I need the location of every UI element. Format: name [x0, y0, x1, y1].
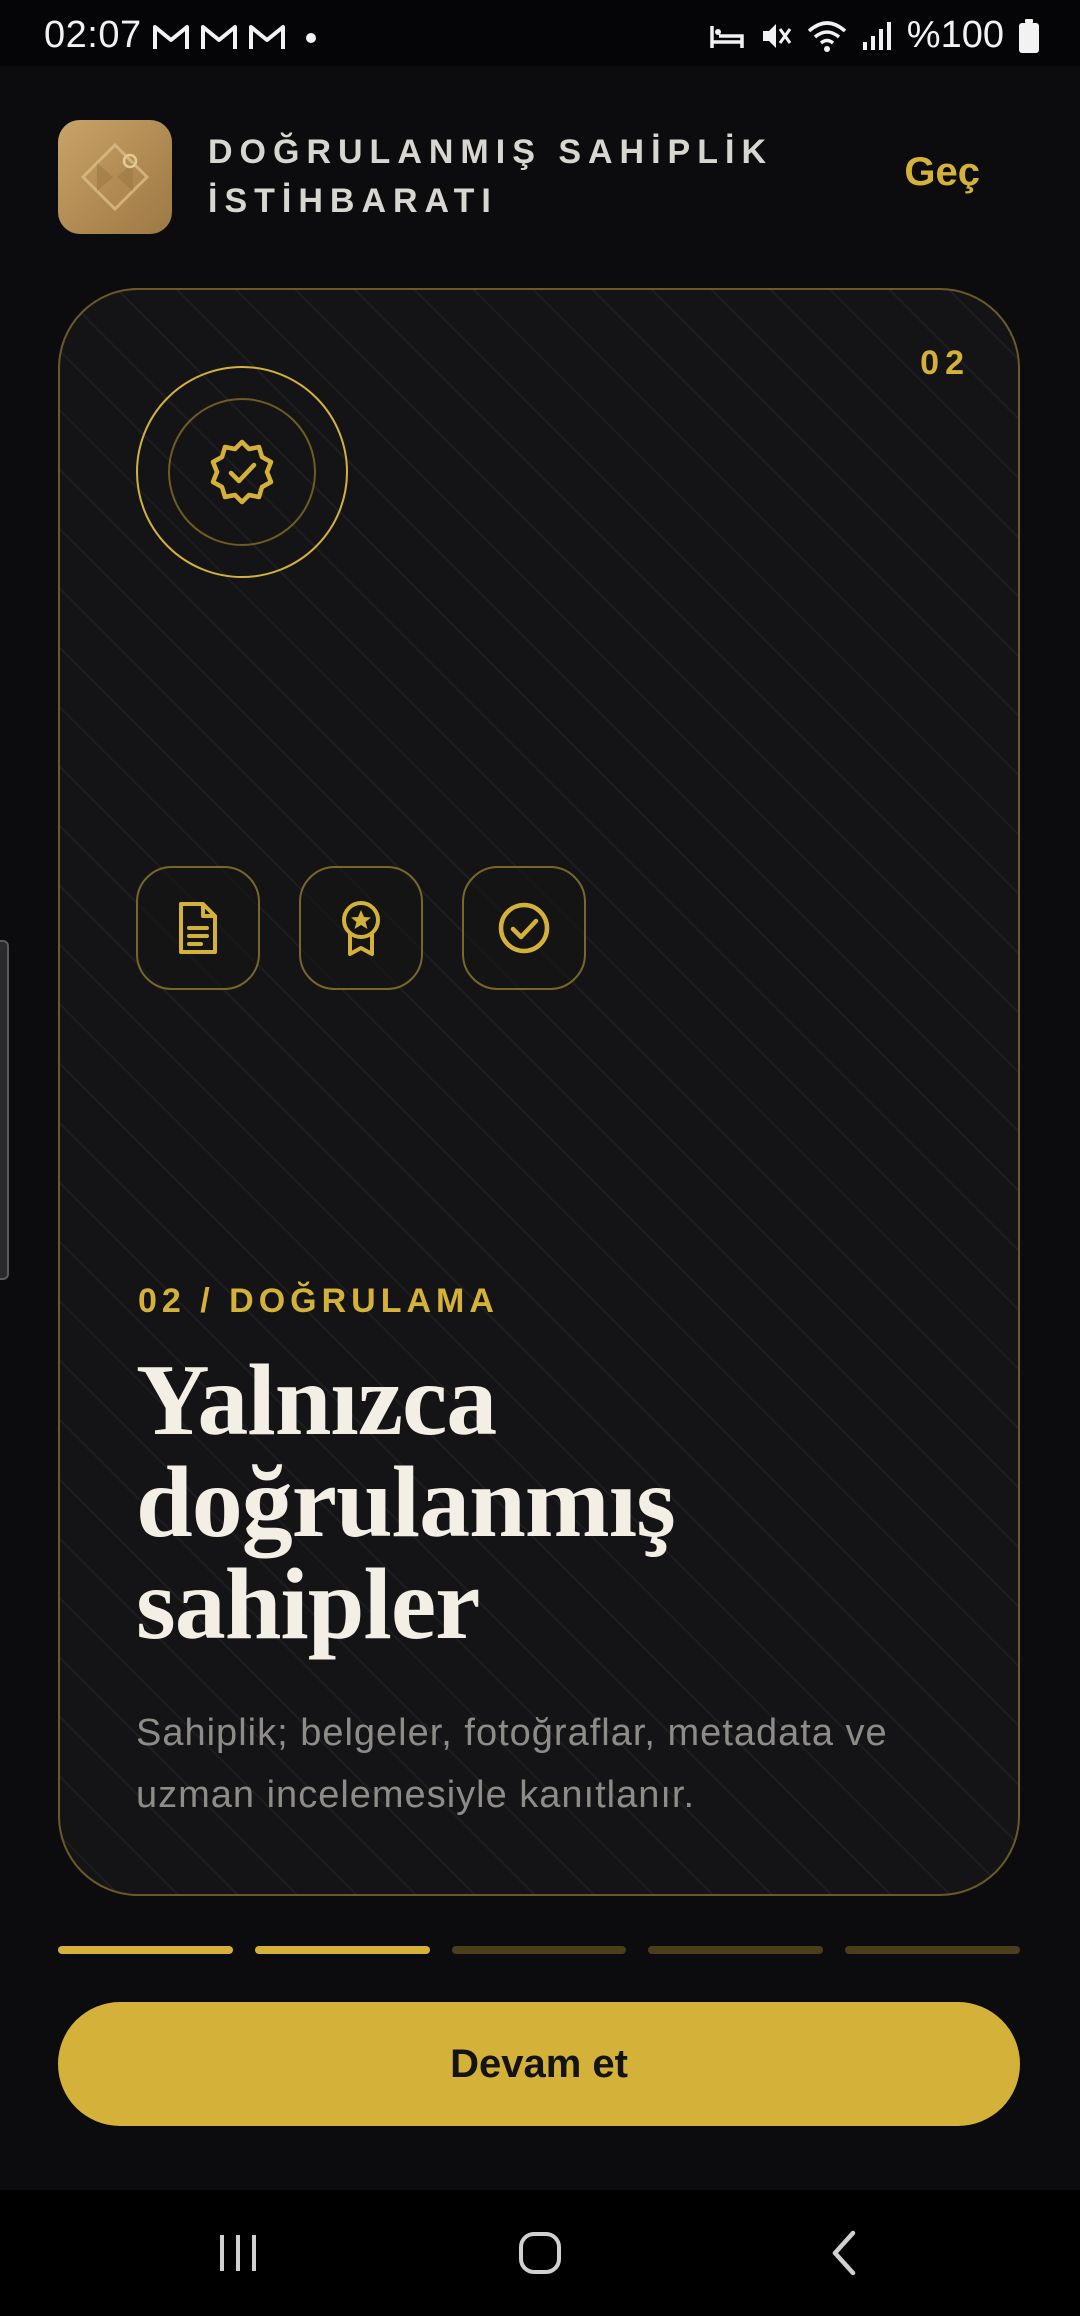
- brand-title: DOĞRULANMIŞ SAHİPLİK İSTİHBARATI: [208, 133, 773, 220]
- mute-icon: [762, 23, 792, 48]
- system-icons: %100: [709, 14, 1040, 57]
- recents-button[interactable]: [198, 2218, 278, 2288]
- progress-segment: [451, 1946, 627, 1954]
- step-number: 02: [920, 344, 970, 382]
- skip-button[interactable]: Geç: [904, 150, 980, 195]
- progress-segment: [58, 1946, 233, 1954]
- sleep-icon: [710, 25, 744, 48]
- status-bar: 02:07 %100: [0, 0, 1080, 66]
- gmail-icon: [153, 25, 189, 49]
- progress-indicator: [58, 1946, 1020, 1954]
- chip-document: [136, 866, 260, 990]
- card-kicker: 02 / DOĞRULAMA: [138, 1282, 499, 1320]
- home-icon: [519, 2232, 561, 2274]
- card-description: Sahiplik; belgeler, fotoğraflar, metadat…: [136, 1712, 888, 1816]
- battery-percent: %100: [906, 14, 1004, 56]
- signal-icon: [862, 21, 891, 50]
- wifi-icon: [807, 20, 846, 52]
- progress-segment: [648, 1946, 824, 1954]
- document-icon: [179, 902, 217, 954]
- chip-award: [299, 866, 423, 990]
- battery-icon: [1019, 18, 1039, 53]
- verified-badge: [136, 366, 348, 578]
- edge-panel-handle[interactable]: [0, 940, 9, 1280]
- diamond-logo-icon: [80, 142, 150, 212]
- gmail-icon: [249, 25, 285, 49]
- verified-badge-icon: [210, 439, 274, 505]
- status-time: 02:07: [44, 14, 142, 56]
- card-title: Yalnızca doğrulanmış sahipler: [136, 1344, 676, 1661]
- brand-logo: [58, 120, 172, 234]
- navigation-bar: [0, 2190, 1080, 2316]
- progress-segment: [845, 1946, 1020, 1954]
- onboarding-card: 02 02 / DOĞRULAMA Yalnızca doğrulanmış s…: [58, 288, 1020, 1896]
- progress-segment: [254, 1946, 430, 1954]
- chip-check: [462, 866, 586, 990]
- onboarding-screen: 02:07 %100 DOĞRULANMIŞ SAHİPLİK İSTİHBAR…: [0, 0, 1080, 2316]
- back-button[interactable]: [804, 2218, 884, 2288]
- award-icon: [342, 901, 380, 956]
- verified-badge-inner: [168, 398, 316, 546]
- recents-icon: [220, 2235, 256, 2271]
- notification-dot: [306, 33, 316, 43]
- continue-button[interactable]: Devam et: [58, 2002, 1020, 2126]
- notification-icons: [152, 22, 286, 52]
- gmail-icon: [201, 25, 237, 49]
- check-circle-icon: [498, 902, 550, 954]
- home-button[interactable]: [500, 2218, 580, 2288]
- back-icon: [832, 2230, 856, 2276]
